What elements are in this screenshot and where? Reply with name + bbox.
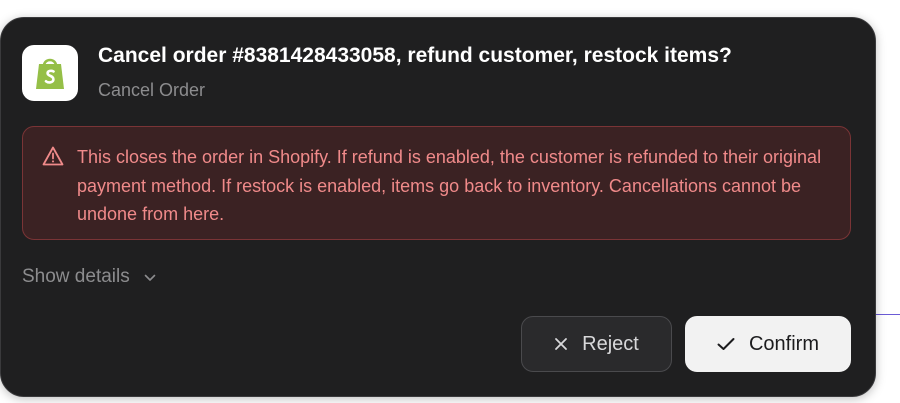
show-details-label: Show details (22, 266, 130, 287)
chevron-down-icon (144, 266, 156, 288)
close-icon (554, 337, 568, 351)
warning-text: This closes the order in Shopify. If ref… (77, 147, 822, 224)
check-icon (717, 337, 735, 351)
dialog-subtitle: Cancel Order (98, 80, 206, 100)
confirmation-dialog: Cancel order #8381428433058, refund cust… (0, 17, 876, 397)
dialog-title: Cancel order #8381428433058, refund cust… (98, 44, 732, 67)
confirm-button[interactable]: Confirm (685, 316, 851, 372)
shopify-bag-icon (22, 45, 78, 101)
confirm-label: Confirm (748, 332, 819, 355)
warning-triangle-icon (42, 146, 64, 166)
show-details-toggle[interactable]: Show details (22, 266, 156, 288)
warning-banner: This closes the order in Shopify. If ref… (22, 126, 851, 240)
reject-button[interactable]: Reject (521, 316, 672, 372)
reject-label: Reject (582, 332, 639, 355)
